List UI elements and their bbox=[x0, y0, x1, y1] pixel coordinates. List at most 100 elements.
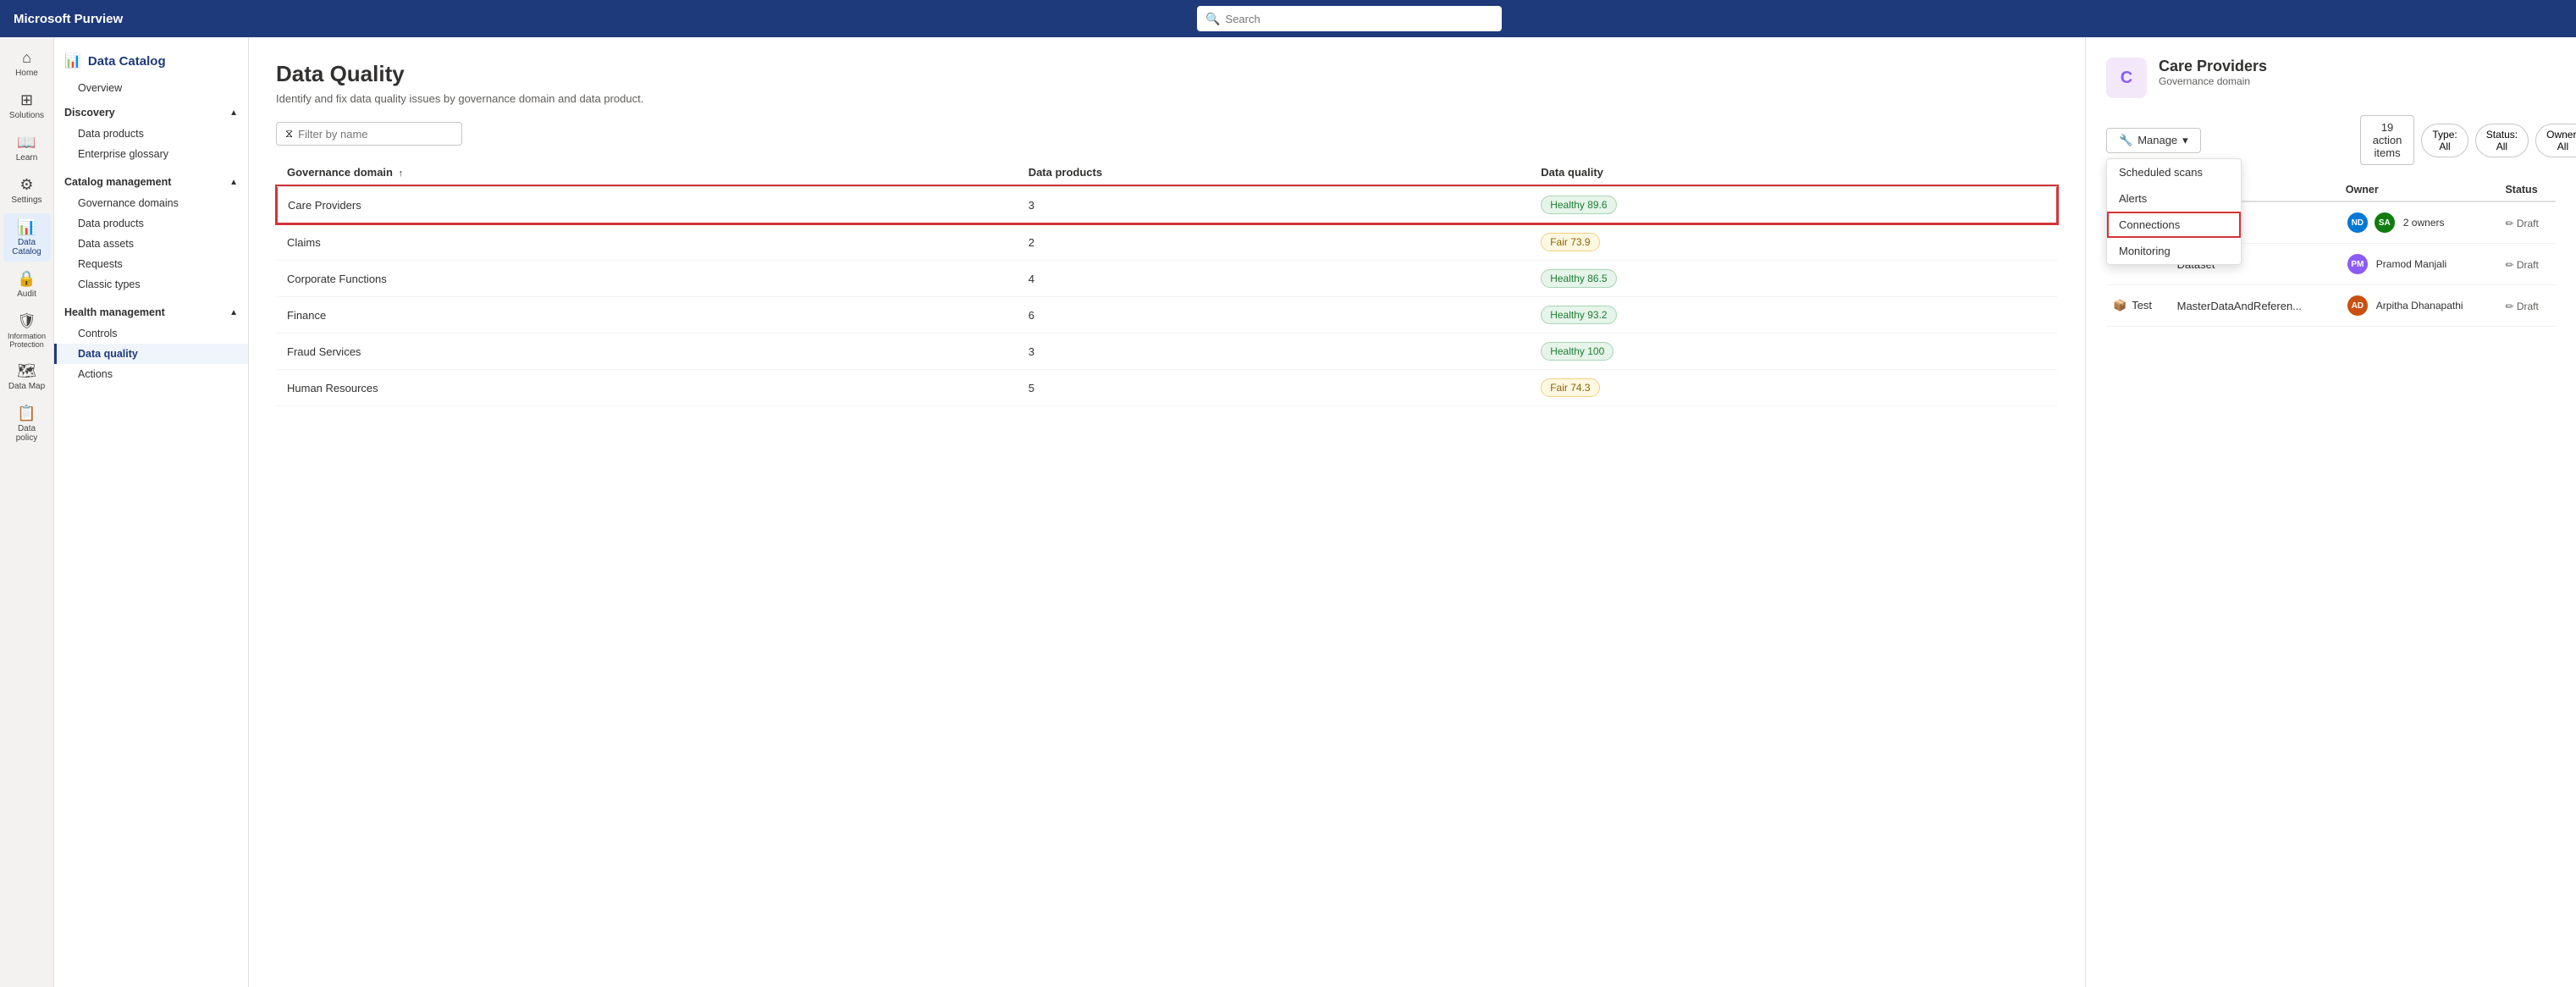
status-badge: ✏ Draft bbox=[2505, 259, 2538, 271]
dropdown-item-alerts[interactable]: Alerts bbox=[2107, 185, 2241, 212]
table-row[interactable]: Corporate Functions4 Healthy 86.5 bbox=[277, 261, 2057, 297]
sidebar-item-controls[interactable]: Controls bbox=[54, 323, 248, 344]
panel-table-row[interactable]: 📦TestMasterDataAndReferen...ADArpitha Dh… bbox=[2106, 285, 2556, 327]
page-subtitle: Identify and fix data quality issues by … bbox=[276, 92, 2058, 105]
panel-col-status: Status bbox=[2498, 179, 2556, 201]
cell-data-quality: Fair 74.3 bbox=[1531, 370, 2057, 406]
table-header-row: Governance domain ↑ Data products Data q… bbox=[277, 159, 2057, 186]
sidebar-item-learn[interactable]: 📖 Learn bbox=[3, 129, 51, 168]
manage-button[interactable]: 🔧 Manage ▾ bbox=[2106, 128, 2201, 153]
quality-badge: Fair 74.3 bbox=[1541, 378, 1599, 397]
panel-cell-name: 📦Test bbox=[2106, 285, 2171, 327]
sidebar-item-enterprise-glossary[interactable]: Enterprise glossary bbox=[54, 144, 248, 164]
sidebar-catalog-icon: 📊 bbox=[64, 52, 81, 69]
search-input[interactable] bbox=[1226, 13, 1494, 25]
sidebar: 📊 Data Catalog Overview Discovery ▲ Data… bbox=[54, 37, 249, 987]
filter-type-pill[interactable]: Type: All bbox=[2421, 124, 2468, 157]
cell-data-quality: Healthy 100 bbox=[1531, 334, 2057, 370]
table-row[interactable]: Care Providers3Healthy 89.6 bbox=[277, 186, 2057, 223]
sidebar-section-header-health[interactable]: Health management ▲ bbox=[54, 301, 248, 323]
cell-governance-domain: Fraud Services bbox=[277, 334, 1018, 370]
cell-data-products: 4 bbox=[1018, 261, 1531, 297]
sidebar-item-information-protection[interactable]: 🛡 Information Protection bbox=[3, 307, 51, 354]
dropdown-item-monitoring[interactable]: Monitoring bbox=[2107, 238, 2241, 264]
table-row[interactable]: Human Resources5Fair 74.3 bbox=[277, 370, 2057, 406]
col-governance-domain: Governance domain ↑ bbox=[277, 159, 1018, 186]
manage-label: Manage bbox=[2137, 134, 2177, 146]
chevron-down-icon: ▾ bbox=[2182, 134, 2188, 147]
cell-data-products: 3 bbox=[1018, 334, 1531, 370]
filter-by-name-input[interactable] bbox=[298, 128, 453, 141]
app-layout: ⌂ Home ⊞ Solutions 📖 Learn ⚙ Settings 📊 … bbox=[0, 37, 2576, 987]
information-protection-label: Information Protection bbox=[7, 332, 47, 349]
sidebar-item-data-quality[interactable]: Data quality bbox=[54, 344, 248, 364]
sidebar-item-overview[interactable]: Overview bbox=[54, 78, 248, 98]
data-policy-icon: 📋 bbox=[17, 405, 36, 422]
home-icon: ⌂ bbox=[22, 49, 31, 67]
avatar: PM bbox=[2346, 252, 2369, 276]
sidebar-item-home[interactable]: ⌂ Home bbox=[3, 44, 51, 83]
owners-text: 2 owners bbox=[2403, 217, 2445, 229]
action-items-button[interactable]: 19 action items bbox=[2360, 115, 2415, 165]
sidebar-item-requests[interactable]: Requests bbox=[54, 254, 248, 274]
sidebar-item-data-policy[interactable]: 📋 Data policy bbox=[3, 400, 51, 448]
data-map-icon: 🗺 bbox=[17, 362, 36, 380]
panel-cell-status: ✏ Draft bbox=[2498, 285, 2556, 327]
sidebar-item-audit[interactable]: 🔒 Audit bbox=[3, 265, 51, 304]
discovery-label: Discovery bbox=[64, 107, 115, 119]
sort-icon: ↑ bbox=[399, 168, 404, 179]
icon-nav: ⌂ Home ⊞ Solutions 📖 Learn ⚙ Settings 📊 … bbox=[0, 37, 54, 987]
data-policy-label: Data policy bbox=[7, 424, 47, 443]
sidebar-item-actions[interactable]: Actions bbox=[54, 364, 248, 384]
audit-label: Audit bbox=[17, 289, 36, 299]
home-label: Home bbox=[15, 69, 38, 78]
panel-subtitle: Governance domain bbox=[2159, 75, 2267, 87]
sidebar-section-header-discovery[interactable]: Discovery ▲ bbox=[54, 102, 248, 124]
avatar: SA bbox=[2373, 211, 2397, 234]
filter-owner-pill[interactable]: Owner: All bbox=[2535, 124, 2576, 157]
catalog-management-label: Catalog management bbox=[64, 176, 171, 188]
dropdown-item-connections[interactable]: Connections bbox=[2107, 212, 2241, 238]
filter-icon: ⧖ bbox=[285, 127, 293, 141]
search-box[interactable]: 🔍 bbox=[1197, 6, 1502, 31]
solutions-icon: ⊞ bbox=[20, 91, 33, 109]
panel-cell-owner: PMPramod Manjali bbox=[2339, 244, 2499, 285]
settings-icon: ⚙ bbox=[19, 176, 33, 194]
table-row[interactable]: Fraud Services3 Healthy 100 bbox=[277, 334, 2057, 370]
wrench-icon: 🔧 bbox=[2119, 134, 2132, 147]
quality-badge: Healthy 86.5 bbox=[1541, 269, 1616, 288]
health-chevron: ▲ bbox=[229, 308, 238, 317]
sidebar-header: 📊 Data Catalog bbox=[54, 44, 248, 78]
table-row[interactable]: Finance6Healthy 93.2 bbox=[277, 297, 2057, 334]
sidebar-item-governance-domains[interactable]: Governance domains bbox=[54, 193, 248, 213]
quality-badge: Healthy 100 bbox=[1541, 342, 1613, 361]
sidebar-item-settings[interactable]: ⚙ Settings bbox=[3, 171, 51, 210]
cell-data-quality: Healthy 93.2 bbox=[1531, 297, 2057, 334]
sidebar-section-discovery: Discovery ▲ Data products Enterprise glo… bbox=[54, 98, 248, 168]
status-badge: ✏ Draft bbox=[2505, 218, 2538, 229]
sidebar-section-header-catalog[interactable]: Catalog management ▲ bbox=[54, 171, 248, 193]
panel-cell-type: MasterDataAndReferen... bbox=[2171, 285, 2339, 327]
sidebar-item-data-assets[interactable]: Data assets bbox=[54, 234, 248, 254]
filter-input-box[interactable]: ⧖ bbox=[276, 122, 462, 146]
sidebar-section-health-management: Health management ▲ Controls Data qualit… bbox=[54, 298, 248, 388]
sidebar-item-data-products-mgmt[interactable]: Data products bbox=[54, 213, 248, 234]
sidebar-item-classic-types[interactable]: Classic types bbox=[54, 274, 248, 295]
search-icon: 🔍 bbox=[1205, 12, 1220, 26]
table-row[interactable]: Claims2Fair 73.9 bbox=[277, 223, 2057, 261]
sidebar-item-data-catalog[interactable]: 📊 Data Catalog bbox=[3, 213, 51, 262]
cell-data-products: 6 bbox=[1018, 297, 1531, 334]
sidebar-section-catalog-management: Catalog management ▲ Governance domains … bbox=[54, 168, 248, 298]
data-catalog-icon: 📊 bbox=[17, 218, 36, 236]
dropdown-item-scheduled-scans[interactable]: Scheduled scans bbox=[2107, 159, 2241, 185]
cell-data-quality: Healthy 86.5 bbox=[1531, 261, 2057, 297]
sidebar-item-data-map[interactable]: 🗺 Data Map bbox=[3, 357, 51, 396]
cell-governance-domain: Corporate Functions bbox=[277, 261, 1018, 297]
solutions-label: Solutions bbox=[9, 111, 44, 120]
learn-icon: 📖 bbox=[17, 134, 36, 152]
cell-governance-domain: Finance bbox=[277, 297, 1018, 334]
sidebar-item-solutions[interactable]: ⊞ Solutions bbox=[3, 86, 51, 125]
sidebar-item-data-products[interactable]: Data products bbox=[54, 124, 248, 144]
status-badge: ✏ Draft bbox=[2505, 301, 2538, 312]
filter-status-pill[interactable]: Status: All bbox=[2475, 124, 2529, 157]
